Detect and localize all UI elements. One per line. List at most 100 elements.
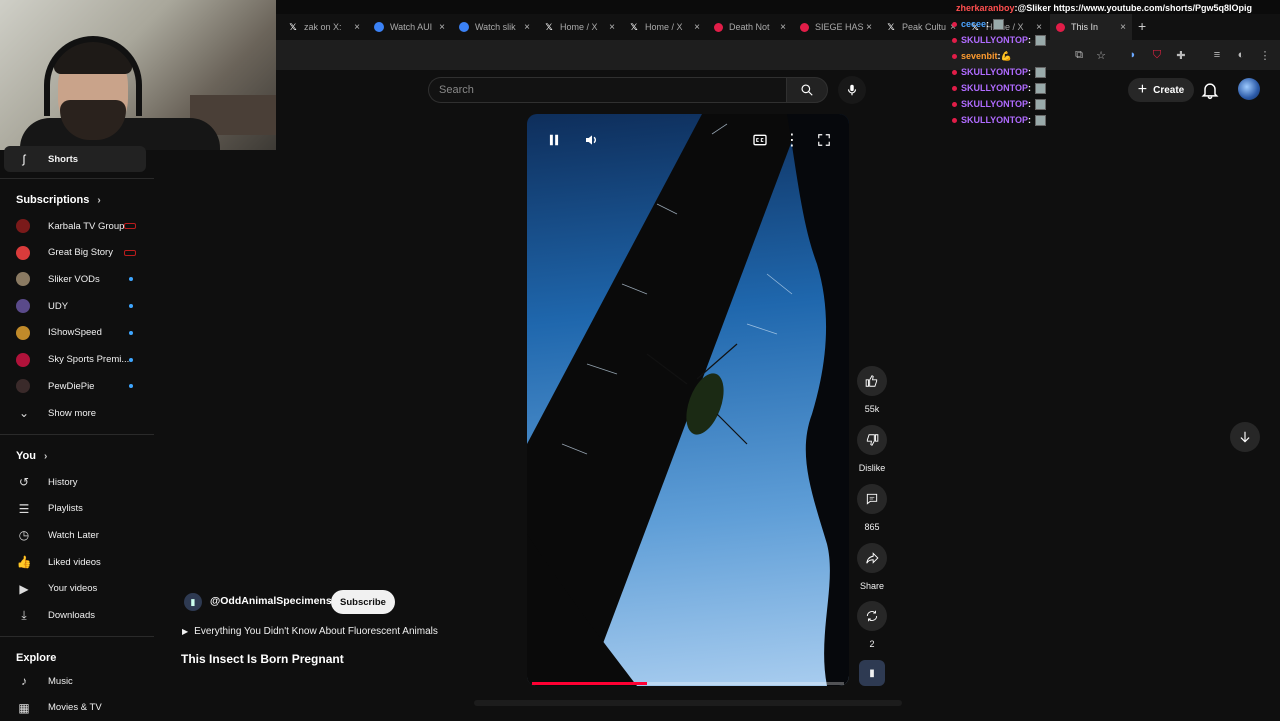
sidebar-item-label: Playlists [48, 503, 83, 515]
chat-badge-icon [952, 117, 957, 123]
browser-tab[interactable]: Watch AUI × [368, 14, 451, 40]
browser-tab[interactable]: 𝕏 Home / X × [538, 14, 621, 40]
tab-close-icon[interactable]: × [354, 22, 360, 33]
chat-username: zherkaranboy [956, 3, 1015, 13]
tab-close-icon[interactable]: × [780, 22, 786, 33]
share-button[interactable]: Share [856, 543, 888, 591]
sidebar-item-movies-tv[interactable]: ▦ Movies & TV [0, 695, 150, 721]
subscriptions-heading[interactable]: Subscriptions › [16, 194, 101, 206]
sidebar-item-label: Your videos [48, 583, 98, 595]
tab-close-icon[interactable]: × [694, 22, 700, 33]
browser-menu-icon[interactable]: ⋮ [1258, 48, 1272, 62]
show-more-button[interactable]: ⌄ Show more [0, 400, 150, 426]
sound-channel-button[interactable]: ▮ [856, 660, 888, 686]
tab-close-icon[interactable]: × [524, 22, 530, 33]
you-heading[interactable]: You › [16, 450, 47, 462]
subscribe-button[interactable]: Subscribe [331, 590, 395, 614]
channel-avatar[interactable]: ▮ [184, 593, 202, 611]
remix-button[interactable]: 2 [856, 601, 888, 649]
shorts-video-player[interactable] [527, 114, 849, 686]
sidebar-item-downloads[interactable]: ⤓ Downloads [0, 603, 150, 629]
sidebar-item-music[interactable]: ♪ Music [0, 668, 150, 694]
browser-tab-label: Death Not [729, 22, 770, 32]
thumbs-up-icon: 👍 [16, 555, 32, 570]
fullscreen-button[interactable] [810, 126, 838, 154]
video-frame-insect [527, 114, 849, 686]
subscription-label: PewDiePie [48, 380, 95, 392]
subscription-item[interactable]: Great Big Story [0, 240, 150, 266]
chat-badge-icon [952, 69, 957, 75]
sidebar-divider [0, 636, 154, 637]
browser-tab[interactable]: 𝕏 Home / X × [623, 14, 706, 40]
browser-tab[interactable]: Death Not × [708, 14, 792, 40]
live-indicator-icon [124, 249, 136, 256]
sidebar-item-label: Downloads [48, 610, 95, 621]
pause-icon [549, 134, 559, 146]
dislike-button[interactable]: Dislike [856, 425, 888, 473]
like-button[interactable]: 55k [856, 366, 888, 414]
search-icon [801, 84, 813, 96]
create-button[interactable]: + Create [1128, 78, 1194, 102]
shorts-icon: ʃ [22, 152, 26, 166]
extension-shield-icon[interactable]: ⛉ [1150, 48, 1164, 62]
sidebar-item-playlists[interactable]: ☰ Playlists [0, 496, 150, 522]
subscription-item[interactable]: PewDiePie [0, 373, 150, 399]
new-content-dot-icon [129, 357, 133, 362]
plus-icon: + [1137, 81, 1148, 98]
show-more-label: Show more [48, 407, 97, 419]
tab-close-icon[interactable]: × [609, 22, 615, 33]
browser-tab[interactable]: 𝕏zak on X: × [282, 14, 366, 40]
pause-button[interactable] [540, 126, 568, 154]
chat-message: SKULLYONTOP : [952, 80, 1152, 96]
sidebar-item-label: Movies & TV [48, 702, 102, 714]
chat-message: SKULLYONTOP : [952, 112, 1152, 128]
volume-button[interactable] [578, 126, 606, 154]
profile-icon[interactable]: ◐ [1234, 48, 1248, 62]
browser-tab-label: Watch slik [475, 22, 516, 32]
comment-icon [866, 493, 878, 505]
chat-badge-icon [952, 53, 957, 59]
chat-emote-icon [1035, 114, 1047, 126]
media-controls-icon[interactable]: ≡ [1210, 48, 1224, 62]
subscription-item[interactable]: Karbala TV Group [0, 213, 150, 239]
sidebar-item-watch-later[interactable]: ◷ Watch Later [0, 522, 150, 548]
browser-tab[interactable]: Watch slik × [453, 14, 536, 40]
channel-thumbnail-icon: ▮ [869, 667, 875, 679]
sidebar-item-shorts[interactable]: ʃ Shorts [4, 146, 146, 172]
subscription-label: Sky Sports Premi... [48, 354, 130, 365]
subscription-label: UDY [48, 300, 69, 312]
browser-tab[interactable]: SIEGE HAS × [794, 14, 878, 40]
subscription-item[interactable]: Sky Sports Premi... [0, 347, 150, 373]
bottom-scroll-bar [474, 700, 902, 706]
subscription-item[interactable]: Sliker VODs [0, 266, 150, 292]
sidebar-divider [0, 178, 154, 179]
lens-favicon-icon [459, 22, 469, 32]
account-avatar[interactable] [1238, 78, 1260, 100]
extensions-puzzle-icon[interactable]: ✚ [1174, 48, 1188, 62]
channel-avatar-icon [16, 325, 30, 340]
more-options-button[interactable]: ⋮ [778, 126, 806, 154]
notifications-bell-icon[interactable] [1200, 80, 1220, 100]
search-button[interactable] [786, 77, 828, 103]
search-input[interactable] [439, 78, 769, 102]
chat-emote-icon [1035, 34, 1047, 46]
subscription-label: Karbala TV Group [48, 220, 125, 232]
captions-button[interactable] [746, 126, 774, 154]
search-box [428, 77, 786, 103]
playlist-link[interactable]: ▶ Everything You Didn't Know About Fluor… [182, 626, 438, 637]
youtube-favicon-icon [800, 22, 809, 32]
voice-search-button[interactable] [838, 76, 866, 104]
share-label: Share [859, 581, 885, 591]
tab-close-icon[interactable]: × [439, 22, 445, 33]
subscription-item[interactable]: UDY [0, 293, 150, 319]
sidebar-item-your-videos[interactable]: ▶ Your videos [0, 576, 150, 602]
sidebar-item-history[interactable]: ↺ History [0, 469, 150, 495]
x-logo-icon: 𝕏 [887, 21, 895, 32]
tab-close-icon[interactable]: × [866, 22, 872, 33]
next-video-button[interactable] [1230, 422, 1260, 452]
comments-button[interactable]: 865 [856, 484, 888, 532]
channel-handle[interactable]: @OddAnimalSpecimens [210, 595, 332, 607]
subscription-item[interactable]: IShowSpeed [0, 320, 150, 346]
sidebar-item-liked-videos[interactable]: 👍 Liked videos [0, 549, 150, 575]
browser-tab[interactable]: 𝕏 Peak Cultu × [880, 14, 962, 40]
